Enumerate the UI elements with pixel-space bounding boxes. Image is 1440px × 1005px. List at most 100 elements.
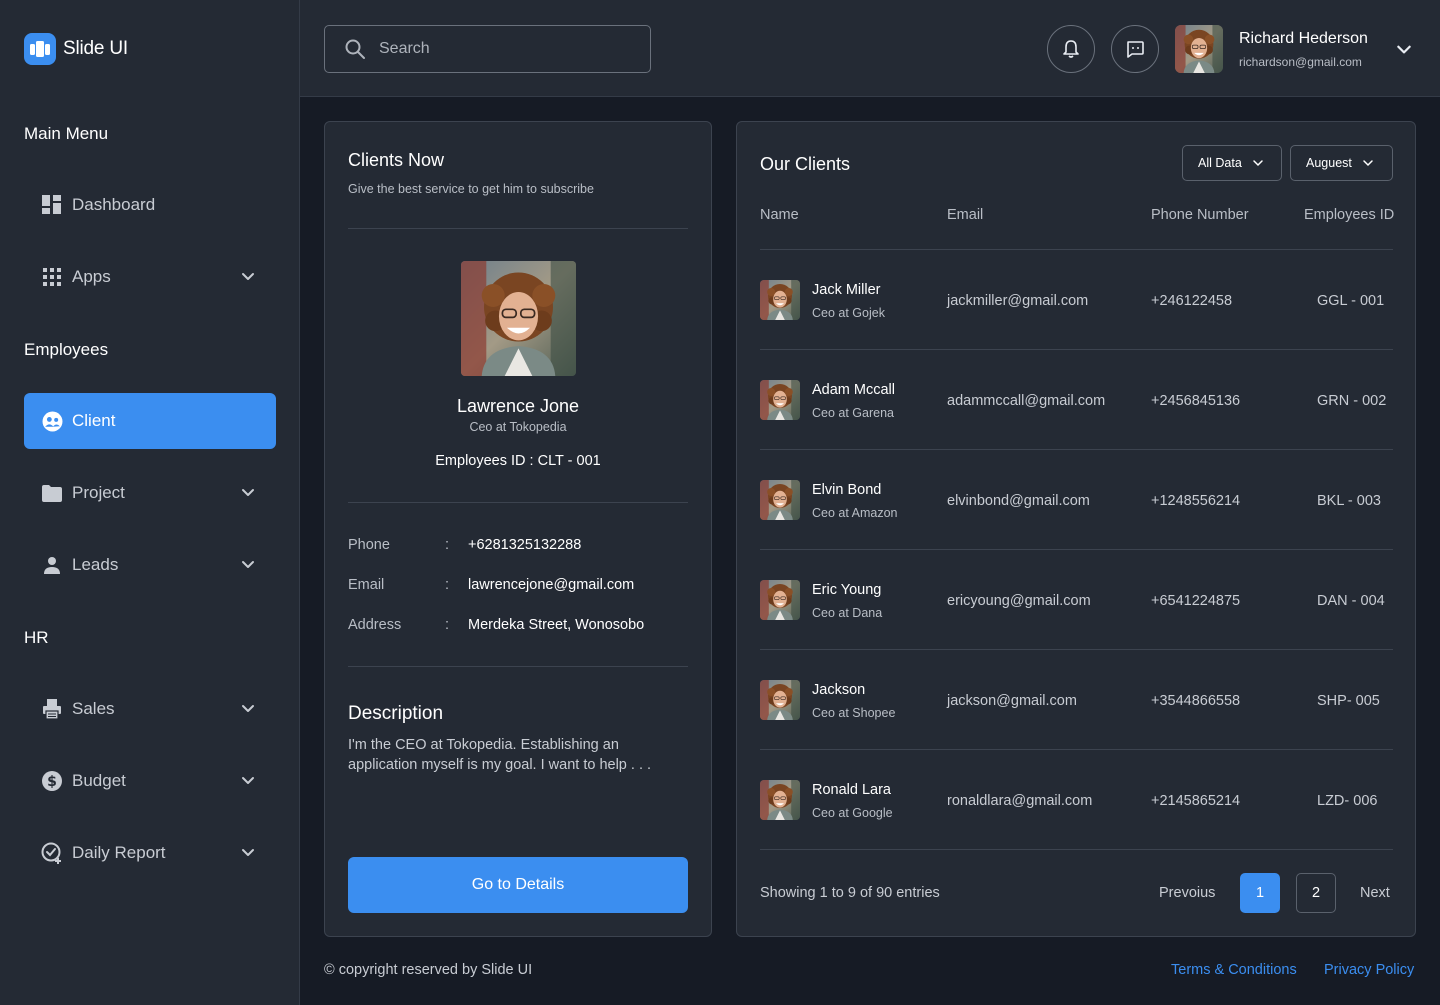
row-name: Jack Miller <box>812 282 881 298</box>
row-employee-id: GRN - 002 <box>1317 393 1387 409</box>
sidebar-item-dashboard[interactable]: Dashboard <box>24 177 276 233</box>
card-title: Clients Now <box>348 150 445 170</box>
client-email-row: Email : lawrencejone@gmail.com <box>348 577 634 593</box>
row-avatar <box>760 380 800 420</box>
row-email: jackson@gmail.com <box>947 693 1077 709</box>
sidebar-item-daily-report[interactable]: Daily Report <box>24 825 276 881</box>
row-role: Ceo at Amazon <box>812 506 898 520</box>
table-row[interactable]: Jack Miller Ceo at Gojek jackmiller@gmai… <box>760 250 1393 350</box>
next-page-button[interactable]: Next <box>1360 885 1390 901</box>
dashboard-icon <box>41 194 63 216</box>
row-email: elvinbond@gmail.com <box>947 493 1090 509</box>
row-avatar <box>760 680 800 720</box>
sidebar-item-client[interactable]: Client <box>24 393 276 449</box>
row-email: jackmiller@gmail.com <box>947 293 1089 309</box>
column-header-name: Name <box>760 207 799 223</box>
info-label: Phone <box>348 537 390 553</box>
brand-logo[interactable]: Slide UI <box>24 33 128 65</box>
section-employees: Employees <box>24 340 109 359</box>
logo-icon <box>24 33 56 65</box>
sidebar-item-sales[interactable]: Sales <box>24 681 276 737</box>
notification-button[interactable] <box>1047 25 1095 73</box>
row-name: Adam Mccall <box>812 382 895 398</box>
sidebar-item-label: Leads <box>72 555 119 574</box>
info-label: Address <box>348 617 402 633</box>
apps-grid-icon <box>41 266 63 288</box>
row-name: Jackson <box>812 682 866 698</box>
row-phone: +246122458 <box>1151 293 1233 309</box>
previous-page-button[interactable]: Prevoius <box>1159 885 1215 901</box>
user-avatar[interactable] <box>1175 25 1223 73</box>
info-separator: : <box>445 537 450 553</box>
table-row[interactable]: Jackson Ceo at Shopee jackson@gmail.com … <box>760 650 1393 750</box>
row-phone: +3544866558 <box>1151 693 1241 709</box>
chevron-down-icon <box>242 705 254 712</box>
info-value: +6281325132288 <box>468 537 582 553</box>
table-row[interactable]: Ronald Lara Ceo at Google ronaldlara@gma… <box>760 750 1393 850</box>
client-employee-id: Employees ID : CLT - 001 <box>435 453 601 469</box>
sidebar-item-leads[interactable]: Leads <box>24 537 276 593</box>
sidebar-item-label: Sales <box>72 699 115 718</box>
client-photo <box>461 261 576 376</box>
row-phone: +2456845136 <box>1151 393 1241 409</box>
filter-month-dropdown[interactable]: Auguest <box>1290 145 1393 181</box>
row-role: Ceo at Gojek <box>812 306 885 320</box>
search-icon <box>345 39 365 59</box>
section-main-menu: Main Menu <box>24 124 109 143</box>
row-employee-id: GGL - 001 <box>1317 293 1385 309</box>
pagination-summary: Showing 1 to 9 of 90 entries <box>760 885 940 901</box>
table-row[interactable]: Elvin Bond Ceo at Amazon elvinbond@gmail… <box>760 450 1393 550</box>
client-address-row: Address : Merdeka Street, Wonosobo <box>348 617 644 633</box>
table-row[interactable]: Eric Young Ceo at Dana ericyoung@gmail.c… <box>760 550 1393 650</box>
row-avatar <box>760 780 800 820</box>
client-phone-row: Phone : +6281325132288 <box>348 537 581 553</box>
chevron-down-icon <box>242 273 254 280</box>
dollar-icon: $ <box>41 770 63 792</box>
person-icon <box>41 554 63 576</box>
sidebar-item-label: Client <box>72 411 116 430</box>
column-header-phone: Phone Number <box>1151 207 1249 223</box>
printer-icon <box>41 698 63 720</box>
row-role: Ceo at Shopee <box>812 706 896 720</box>
description-text: I'm the CEO at Tokopedia. Establishing a… <box>348 737 652 773</box>
page-1-button[interactable]: 1 <box>1240 873 1280 913</box>
terms-link[interactable]: Terms & Conditions <box>1171 962 1297 978</box>
sidebar-item-project[interactable]: Project <box>24 465 276 521</box>
client-name: Lawrence Jone <box>456 396 580 416</box>
row-phone: +6541224875 <box>1151 593 1241 609</box>
divider <box>348 228 688 229</box>
sidebar-item-label: Dashboard <box>72 195 156 214</box>
privacy-link[interactable]: Privacy Policy <box>1324 962 1414 978</box>
row-divider <box>760 849 1393 850</box>
row-role: Ceo at Garena <box>812 406 894 420</box>
sidebar-item-apps[interactable]: Apps <box>24 249 276 305</box>
row-name: Eric Young <box>812 582 882 598</box>
page-2-button[interactable]: 2 <box>1296 873 1336 913</box>
go-to-details-button[interactable]: Go to Details <box>348 857 688 913</box>
chevron-down-icon <box>242 561 254 568</box>
user-name: Richard Hederson <box>1239 30 1368 47</box>
section-hr: HR <box>24 628 49 647</box>
sidebar: Slide UI Main Menu Dashboard Apps Employ… <box>0 0 300 1005</box>
footer-copyright: © copyright reserved by Slide UI <box>324 962 533 978</box>
search-input[interactable] <box>379 40 629 58</box>
chevron-down-icon <box>242 489 254 496</box>
row-email: adammccall@gmail.com <box>947 393 1106 409</box>
row-employee-id: SHP- 005 <box>1317 693 1380 709</box>
filter-all-data-dropdown[interactable]: All Data <box>1182 145 1282 181</box>
column-header-email: Email <box>947 207 984 223</box>
search-box[interactable] <box>324 25 651 73</box>
brand-name: Slide UI <box>63 38 128 59</box>
info-value: Merdeka Street, Wonosobo <box>468 617 645 633</box>
card-title: Our Clients <box>760 154 851 174</box>
info-separator: : <box>445 617 450 633</box>
sidebar-item-label: Project <box>72 483 125 502</box>
chevron-down-icon[interactable] <box>1395 40 1413 58</box>
row-avatar <box>760 580 800 620</box>
row-name: Ronald Lara <box>812 782 891 798</box>
dropdown-label: All Data <box>1198 156 1242 170</box>
table-row[interactable]: Adam Mccall Ceo at Garena adammccall@gma… <box>760 350 1393 450</box>
messages-button[interactable] <box>1111 25 1159 73</box>
bell-icon <box>1063 40 1079 58</box>
sidebar-item-budget[interactable]: $ Budget <box>24 753 276 809</box>
